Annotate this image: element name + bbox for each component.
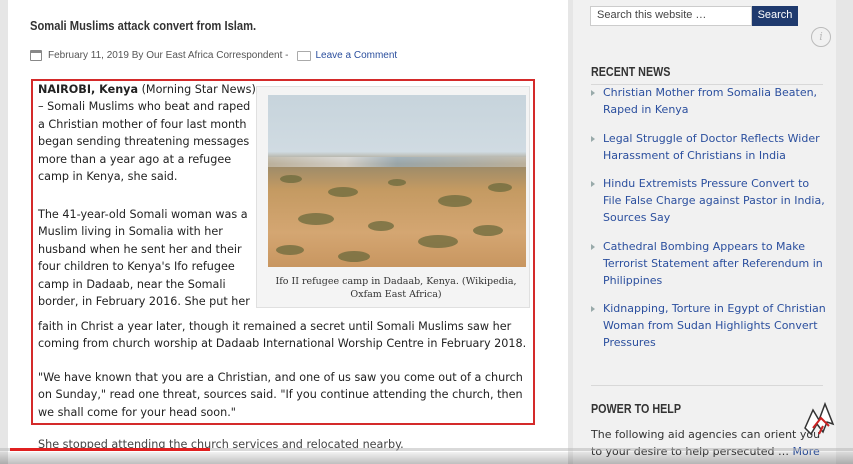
- news-link[interactable]: Kidnapping, Torture in Egypt of Christia…: [603, 302, 826, 349]
- bullet-arrow-icon: [591, 90, 595, 96]
- list-item[interactable]: Hindu Extremists Pressure Convert to Fil…: [591, 175, 827, 226]
- highlight-box: [31, 79, 535, 425]
- page-margin: [836, 0, 853, 464]
- leave-comment-link[interactable]: Leave a Comment: [316, 50, 398, 61]
- post-title[interactable]: Somali Muslims attack convert from Islam…: [30, 18, 256, 33]
- channel-logo-icon[interactable]: [799, 398, 839, 440]
- news-link[interactable]: Christian Mother from Somalia Beaten, Ra…: [603, 86, 817, 116]
- search-button[interactable]: Search: [752, 6, 798, 26]
- list-item[interactable]: Kidnapping, Torture in Egypt of Christia…: [591, 300, 827, 351]
- player-controls-shade: [0, 452, 853, 464]
- calendar-icon: [30, 50, 42, 61]
- search-input[interactable]: Search this website …: [590, 6, 752, 26]
- list-item[interactable]: Christian Mother from Somalia Beaten, Ra…: [591, 84, 827, 118]
- list-item[interactable]: Legal Struggle of Doctor Reflects Wider …: [591, 130, 827, 164]
- post-meta: February 11, 2019 By Our East Africa Cor…: [30, 50, 397, 61]
- divider: [591, 385, 823, 386]
- news-link[interactable]: Legal Struggle of Doctor Reflects Wider …: [603, 132, 820, 162]
- news-link[interactable]: Cathedral Bombing Appears to Make Terror…: [603, 240, 823, 287]
- news-link[interactable]: Hindu Extremists Pressure Convert to Fil…: [603, 177, 825, 224]
- post-date-byline: February 11, 2019 By Our East Africa Cor…: [48, 50, 289, 61]
- recent-news-list: Christian Mother from Somalia Beaten, Ra…: [591, 84, 827, 363]
- recent-news-heading: RECENT NEWS: [591, 65, 671, 79]
- power-to-help-heading: POWER TO HELP: [591, 402, 681, 416]
- video-progress-fill[interactable]: [10, 448, 210, 451]
- bullet-arrow-icon: [591, 181, 595, 187]
- info-icon[interactable]: i: [811, 27, 831, 47]
- bullet-arrow-icon: [591, 243, 595, 250]
- list-item[interactable]: Cathedral Bombing Appears to Make Terror…: [591, 238, 827, 289]
- bullet-arrow-icon: [591, 135, 595, 142]
- bullet-arrow-icon: [591, 306, 595, 312]
- comment-icon: [296, 50, 311, 61]
